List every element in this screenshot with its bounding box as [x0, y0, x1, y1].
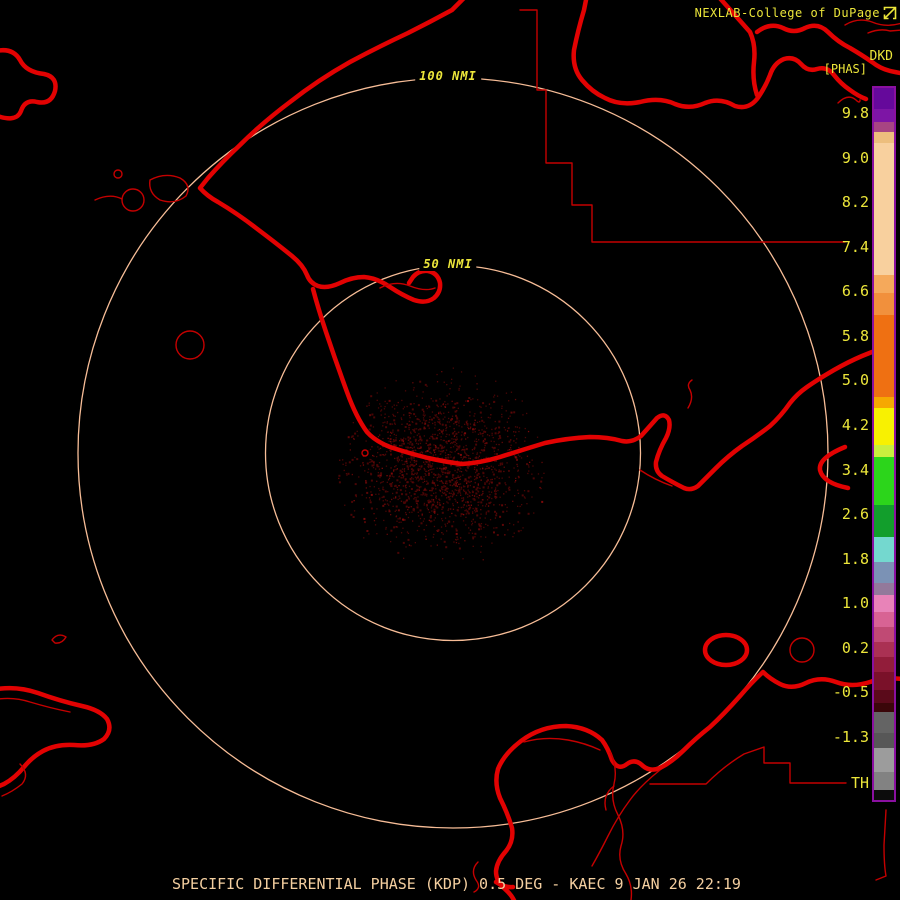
product-title: SPECIFIC DIFFERENTIAL PHASE (KDP) 0.5 DE…	[172, 875, 741, 893]
colorbar-segment	[874, 772, 894, 790]
coastline-island-topleft	[0, 48, 58, 121]
product-units: [PHAS]	[823, 62, 867, 76]
lake-outline	[121, 188, 145, 212]
colorbar-segment	[874, 275, 894, 293]
range-ring-100nmi	[77, 77, 829, 829]
colorbar-tick-label: 9.8	[841, 104, 869, 122]
colorbar-segment	[874, 657, 894, 672]
colorbar-tick-label: 5.0	[841, 371, 869, 390]
island-ring-southeast	[702, 632, 750, 668]
colorbar-tick-label: 1.8	[841, 549, 869, 568]
river-detail	[687, 379, 693, 409]
lake-outline-small	[113, 169, 123, 179]
range-rings	[77, 77, 829, 829]
colorbar-segment	[874, 505, 894, 537]
colorbar-segment	[874, 583, 894, 595]
colorbar-tick-label: 2.6	[841, 505, 869, 524]
colorbar-tick-label: 1.0	[841, 594, 869, 613]
cod-flag-icon	[883, 6, 897, 20]
shore-detail	[51, 634, 67, 644]
header: NEXLAB-College of DuPage	[695, 6, 897, 20]
colorbar-segment	[874, 612, 894, 627]
river-east	[837, 96, 861, 104]
colorbar-tick-label: 3.4	[841, 460, 869, 479]
river-topright	[844, 19, 900, 26]
colorbar-tick-label: 0.2	[841, 638, 869, 657]
colorbar-segment	[874, 122, 894, 132]
colorbar-segment	[874, 790, 894, 800]
county-border-north	[519, 9, 846, 243]
coastline-southeast	[493, 669, 900, 900]
product-code: DKD	[869, 49, 893, 64]
colorbar-segment	[874, 457, 894, 505]
colorbar-segment	[874, 642, 894, 657]
colorbar-segment	[874, 733, 894, 748]
colorbar-segment	[874, 595, 894, 612]
island-detail	[94, 195, 123, 201]
colorbar-tick-label: 4.2	[841, 415, 869, 434]
range-ring-label-50nmi: 50 NMI	[419, 257, 477, 271]
colorbar-segment	[874, 315, 894, 397]
colorbar-segment	[874, 408, 894, 445]
colorbar-segment	[874, 627, 894, 642]
colorbar-segment	[874, 712, 894, 733]
island-detail	[149, 174, 189, 203]
colorbar-segment	[874, 690, 894, 703]
radar-echo-field	[338, 367, 545, 561]
colorbar-tick-label: 7.4	[841, 237, 869, 256]
colorbar-tick-label: 9.0	[841, 148, 869, 167]
colorbar-segment	[874, 397, 894, 408]
colorbar-segment	[874, 562, 894, 583]
colorbar-tick-label: -0.5	[832, 683, 869, 702]
colorbar-segment	[874, 293, 894, 315]
colorbar-segment	[874, 88, 894, 109]
colorbar-segment	[874, 143, 894, 275]
radar-display: 100 NMI 50 NMI NEXLAB-College of DuPage …	[0, 0, 900, 900]
colorbar-tick-label: 6.6	[841, 282, 869, 301]
river-topright	[867, 29, 900, 34]
colorbar-tick-label: 8.2	[841, 193, 869, 212]
border-east-edge	[875, 809, 887, 881]
colorbar-segment	[874, 445, 894, 457]
coastline-southwest	[0, 685, 112, 789]
colorbar-segment	[874, 132, 894, 143]
colorbar-tick-label: 5.8	[841, 326, 869, 345]
colorbar-segment	[874, 672, 894, 690]
colorbar-threshold-label: TH	[850, 774, 869, 792]
colorbar-segment	[874, 748, 894, 772]
lake-outline-southeast	[789, 637, 815, 663]
colorbar-tick-label: -1.3	[832, 727, 869, 746]
colorbar	[872, 86, 896, 802]
colorbar-segment	[874, 537, 894, 562]
radar-map-canvas	[0, 0, 900, 900]
page-title: NEXLAB-College of DuPage	[694, 6, 880, 20]
bay-inner-detail	[523, 737, 601, 751]
map-overlay	[0, 0, 900, 900]
shore-dot	[361, 449, 369, 457]
colorbar-segment	[874, 109, 894, 122]
colorbar-segment	[874, 703, 894, 712]
lake-outline	[175, 330, 205, 360]
range-ring-label-100nmi: 100 NMI	[415, 69, 481, 83]
